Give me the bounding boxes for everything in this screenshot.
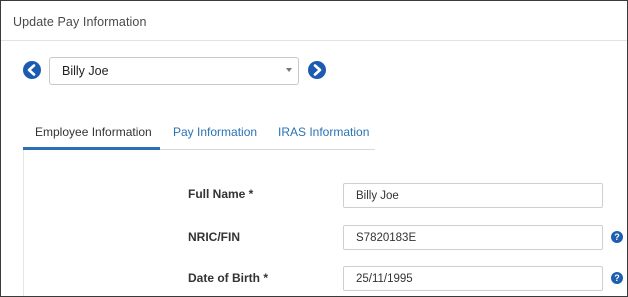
nric-fin-value: S7820183E <box>356 232 417 244</box>
nric-fin-field[interactable]: S7820183E <box>343 225 603 250</box>
employee-select[interactable]: Billy Joe <box>49 57 299 85</box>
nric-help-icon[interactable]: ? <box>611 231 623 243</box>
employee-select-value: Billy Joe <box>62 64 109 78</box>
next-employee-button[interactable] <box>308 61 326 79</box>
nric-fin-label: NRIC/FIN <box>188 230 240 244</box>
full-name-field[interactable]: Billy Joe <box>343 183 603 208</box>
date-of-birth-label: Date of Birth * <box>188 271 269 285</box>
arrow-right-circle-icon <box>313 64 322 76</box>
date-of-birth-help-icon[interactable]: ? <box>611 272 623 284</box>
tab-iras-information[interactable]: IRAS Information <box>278 125 369 139</box>
previous-employee-button[interactable] <box>23 61 41 79</box>
arrow-left-circle-icon <box>27 64 36 76</box>
chevron-down-icon <box>286 68 292 72</box>
date-of-birth-value: 25/11/1995 <box>356 273 413 285</box>
full-name-value: Billy Joe <box>356 190 399 202</box>
page-title: Update Pay Information <box>13 15 147 29</box>
full-name-label: Full Name * <box>188 187 254 201</box>
panel-header: Update Pay Information <box>1 1 627 41</box>
update-pay-information-panel: Update Pay Information Billy Joe Employe… <box>0 0 628 297</box>
tab-employee-information[interactable]: Employee Information <box>35 125 152 139</box>
info-tabs: Employee Information Pay Information IRA… <box>23 118 375 150</box>
date-of-birth-field[interactable]: 25/11/1995 <box>343 266 603 291</box>
tab-pay-information[interactable]: Pay Information <box>173 125 257 139</box>
